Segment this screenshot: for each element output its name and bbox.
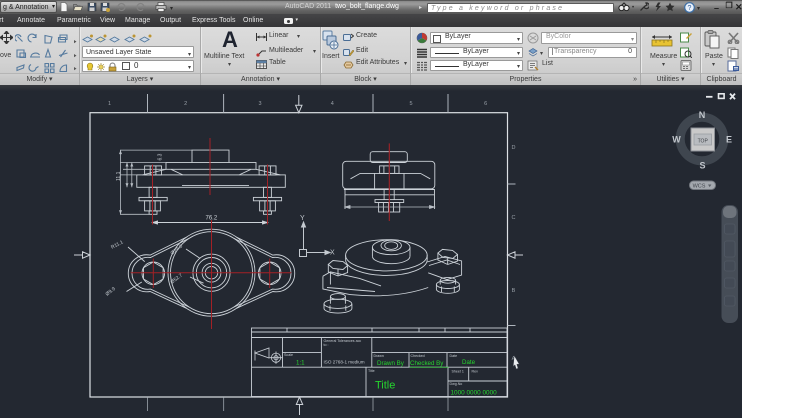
svg-text:TOP: TOP (698, 139, 709, 145)
svg-text:General Tolerances acc: General Tolerances acc (324, 339, 362, 343)
svg-text:R11.1: R11.1 (110, 239, 124, 250)
svg-text:Checked By: Checked By (410, 360, 444, 367)
svg-text:X: X (330, 250, 335, 257)
svg-text:Ø52.7: Ø52.7 (170, 272, 185, 285)
svg-text:4: 4 (331, 101, 334, 107)
svg-text:S: S (699, 161, 705, 171)
svg-text:1000 0000 0000: 1000 0000 0000 (451, 390, 498, 397)
svg-text:3: 3 (258, 101, 261, 107)
svg-text:Date: Date (462, 359, 476, 366)
svg-text:Ø9.9: Ø9.9 (105, 286, 117, 298)
svg-text:Ø24.6: Ø24.6 (170, 243, 185, 256)
svg-text:?: ? (688, 5, 692, 12)
svg-text:WCS: WCS (693, 184, 706, 190)
svg-text:Checked: Checked (411, 354, 425, 358)
svg-text:D: D (512, 145, 516, 151)
svg-text:E: E (726, 135, 732, 145)
svg-text:Sheet 1: Sheet 1 (452, 370, 464, 374)
svg-text:2: 2 (184, 101, 187, 107)
svg-text:Title: Title (368, 369, 375, 373)
svg-text:to :: to : (324, 343, 329, 347)
svg-text:6.3: 6.3 (158, 153, 164, 160)
svg-text:W: W (672, 135, 681, 145)
svg-text:5: 5 (409, 101, 412, 107)
svg-text:Date: Date (450, 354, 458, 358)
svg-text:Scale: Scale (284, 353, 293, 357)
svg-text:6: 6 (484, 101, 487, 107)
svg-text:Dwg.No: Dwg.No (450, 382, 463, 386)
svg-text:1: 1 (108, 101, 111, 107)
svg-text:C: C (512, 215, 516, 221)
svg-text:Drawn By: Drawn By (377, 360, 405, 367)
svg-text:Title: Title (375, 380, 395, 392)
svg-text:N: N (699, 110, 706, 120)
svg-text:B: B (512, 288, 516, 294)
svg-text:Y: Y (300, 215, 305, 222)
svg-text:Rev: Rev (472, 370, 479, 374)
svg-text:Drawn: Drawn (374, 354, 384, 358)
svg-text:11.1: 11.1 (116, 171, 122, 181)
svg-text:ISO 2768-1 medium: ISO 2768-1 medium (324, 360, 365, 365)
svg-text:1:1: 1:1 (296, 360, 305, 367)
